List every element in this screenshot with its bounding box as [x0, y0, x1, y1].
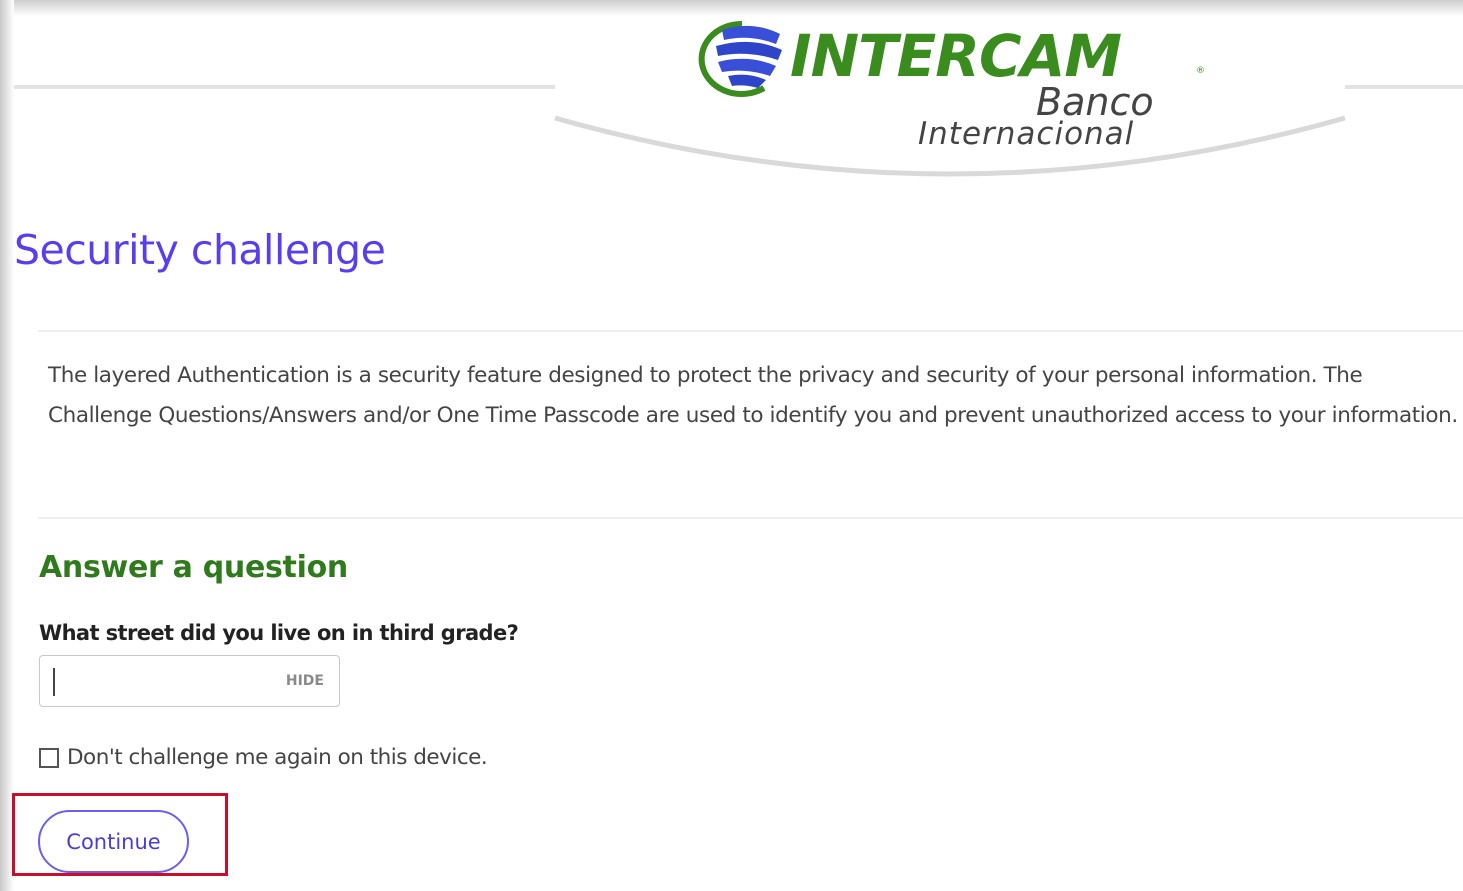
section-heading: Answer a question	[39, 550, 348, 585]
security-question-label: What street did you live on in third gra…	[39, 621, 519, 645]
logo-registered-mark: ®	[1196, 66, 1205, 76]
logo-subtitle-internacional: Internacional	[918, 116, 1135, 152]
intro-paragraph: The layered Authentication is a security…	[48, 363, 1458, 428]
header-banner	[14, 20, 1463, 177]
intercam-globe-icon	[698, 20, 782, 97]
remember-device-checkbox[interactable]	[39, 748, 59, 768]
divider-top	[38, 330, 1463, 332]
hide-answer-toggle[interactable]: HIDE	[286, 673, 324, 689]
continue-button[interactable]: Continue	[38, 810, 189, 873]
page-title: Security challenge	[14, 226, 386, 274]
remember-device-label[interactable]: Don't challenge me again on this device.	[67, 745, 488, 770]
answer-field: HIDE	[39, 655, 340, 707]
answer-input[interactable]	[48, 664, 262, 698]
divider-middle	[38, 517, 1463, 519]
